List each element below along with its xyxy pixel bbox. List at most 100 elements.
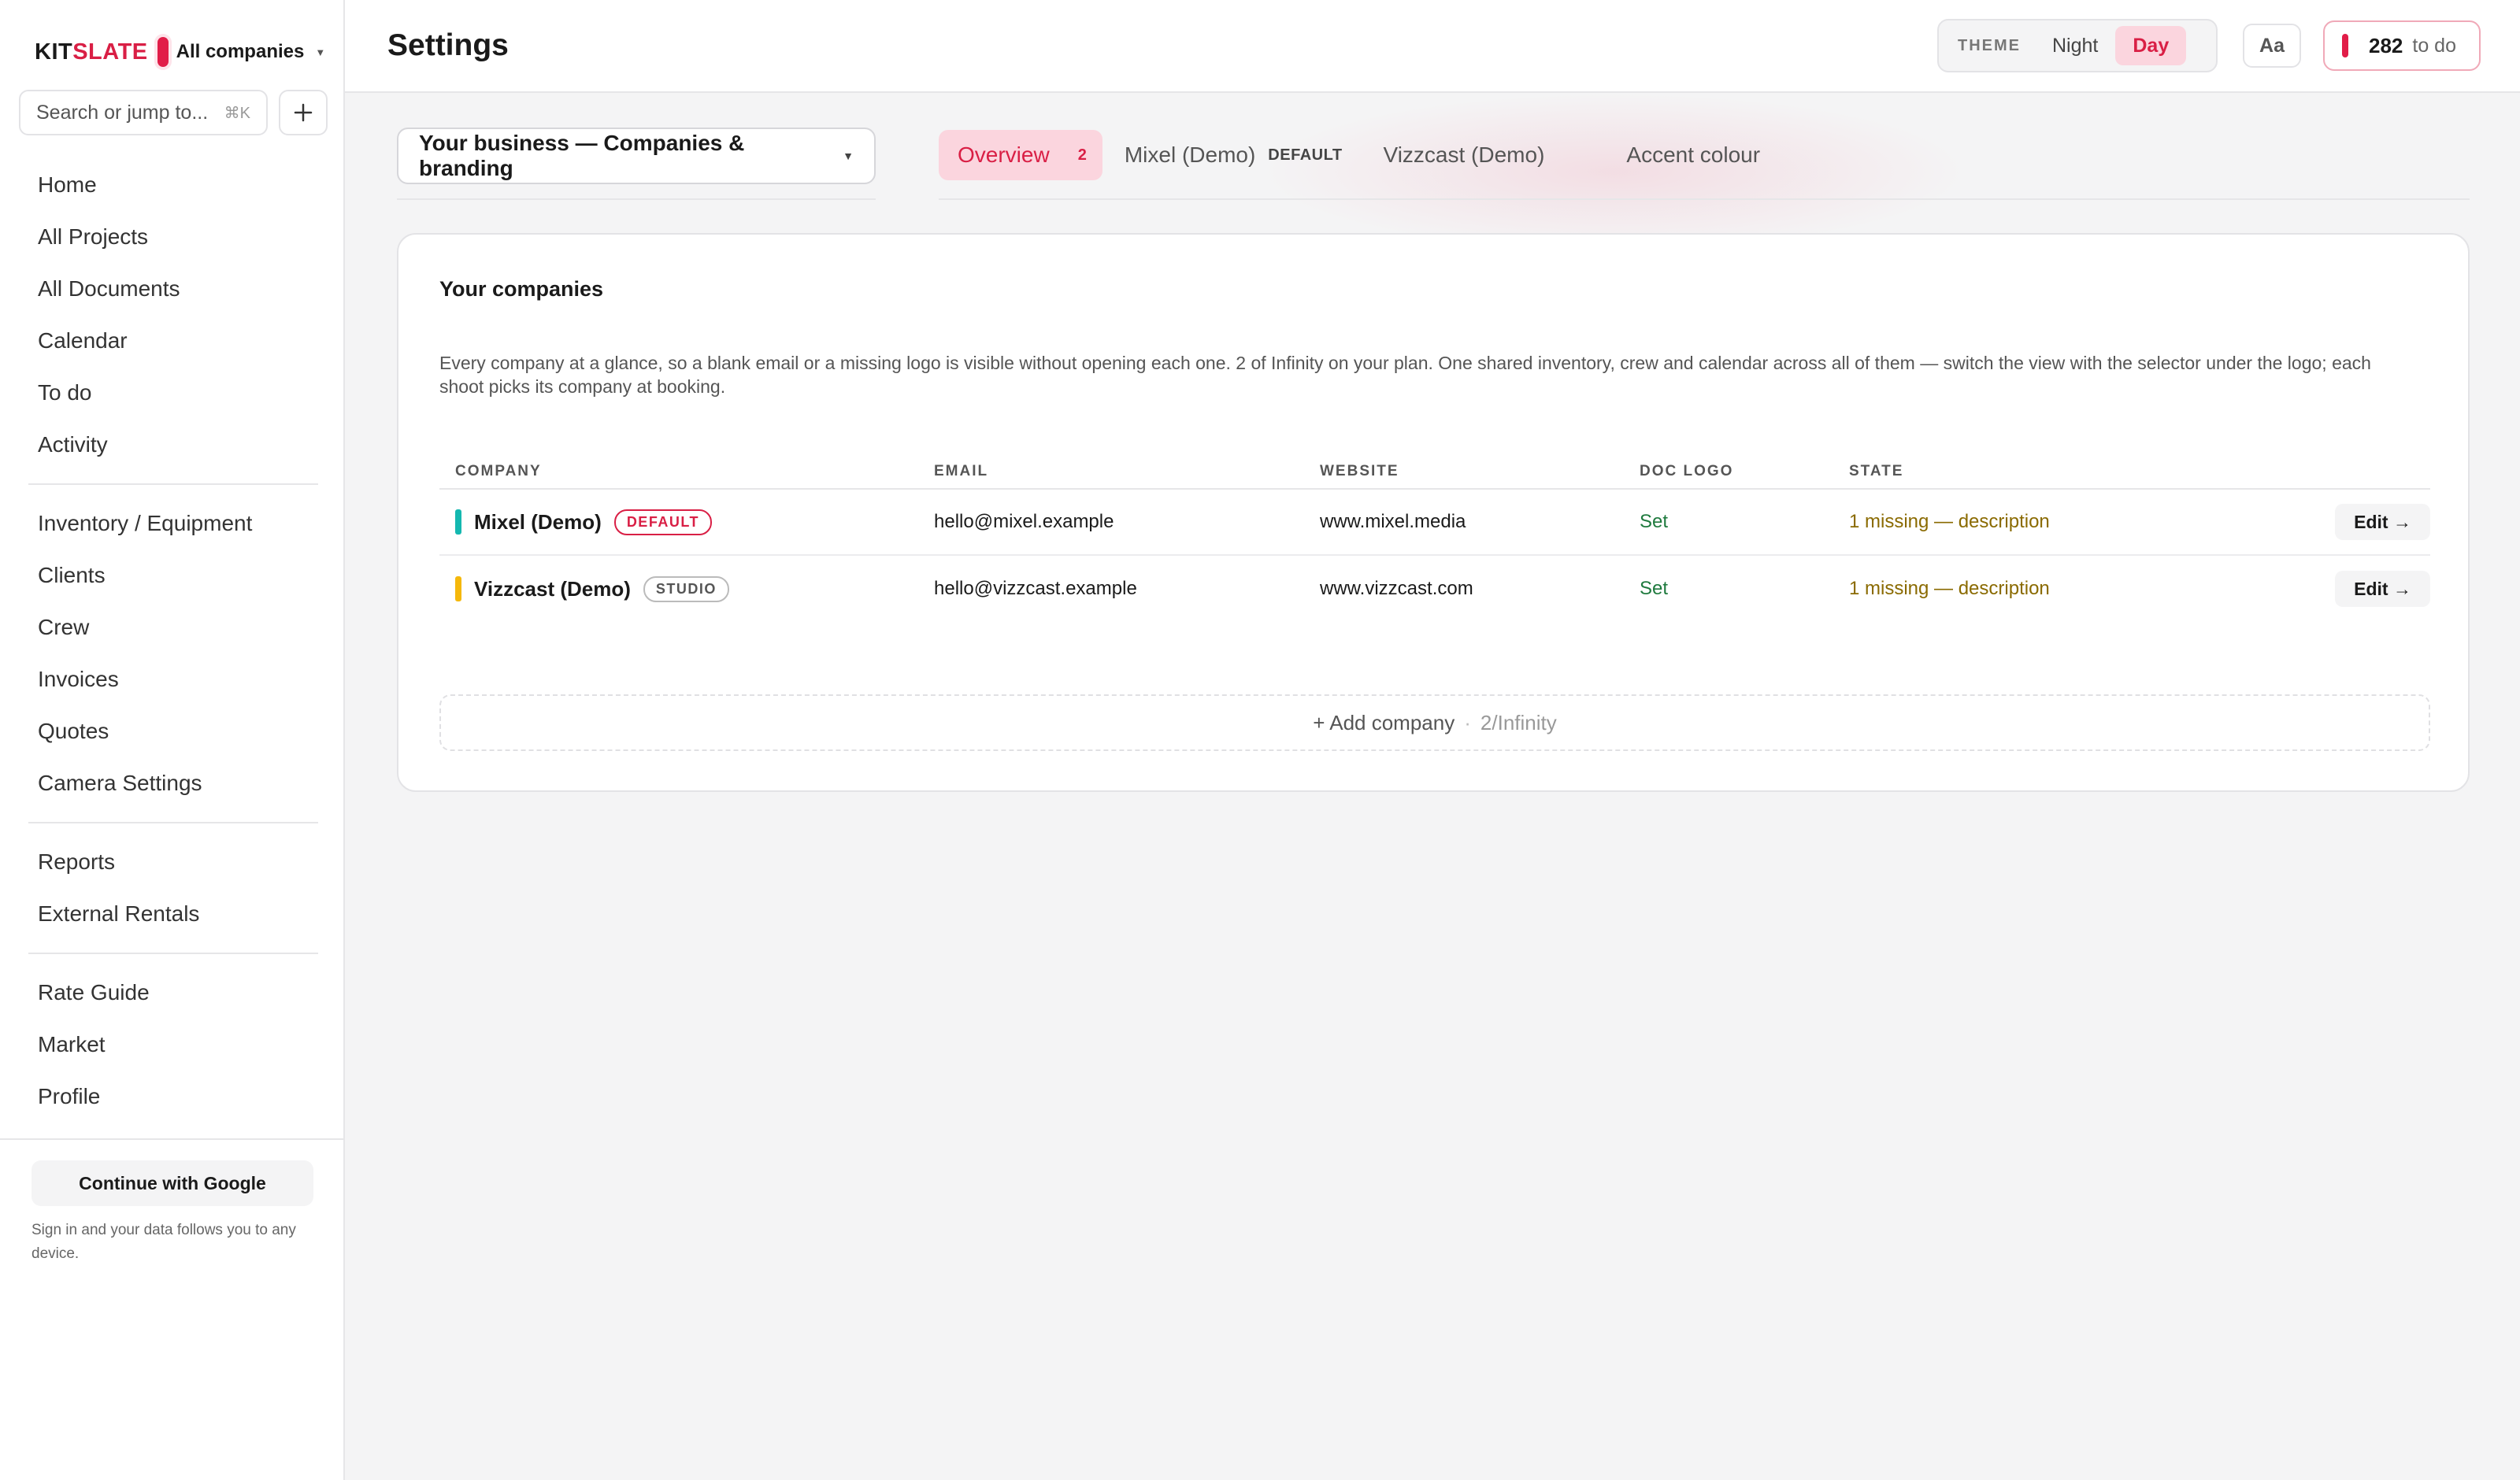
column-header-state: STATE	[1849, 463, 1904, 479]
add-new-button[interactable]	[279, 90, 328, 135]
todo-count: 282	[2369, 33, 2403, 57]
sidebar-item-activity[interactable]: Activity	[28, 419, 318, 471]
top-header: Settings THEME Night Day Aa 282 to do	[345, 0, 2520, 93]
company-limit: 2/Infinity	[1480, 710, 1557, 734]
sidebar-item-all-documents[interactable]: All Documents	[28, 263, 318, 315]
sidebar-item-reports[interactable]: Reports	[28, 836, 318, 888]
sidebar-item-market[interactable]: Market	[28, 1019, 318, 1071]
tab-accent-label: Accent colour	[1626, 142, 1761, 167]
companies-card: Your companies Every company at a glance…	[397, 233, 2470, 792]
sidebar-item-home[interactable]: Home	[28, 159, 318, 211]
doc-logo-status: Set	[1640, 578, 1669, 599]
select-underline	[397, 198, 876, 200]
continue-with-google-button[interactable]: Continue with Google	[32, 1160, 313, 1206]
edit-company-button[interactable]: Edit →	[2335, 571, 2430, 607]
signin-note: Sign in and your data follows you to any…	[32, 1222, 296, 1262]
column-header-email: EMAIL	[934, 463, 989, 479]
todo-counter-button[interactable]: 282 to do	[2323, 20, 2481, 71]
company-color-pill	[157, 37, 169, 67]
column-header-company: COMPANY	[455, 463, 542, 479]
tab-vizzcast-label: Vizzcast (Demo)	[1383, 142, 1545, 167]
tab-accent-colour[interactable]: Accent colour	[1626, 130, 1760, 180]
sidebar-divider	[28, 953, 318, 954]
settings-section-value: Your business — Companies & branding	[419, 131, 745, 180]
theme-toggle: THEME Night Day	[1937, 19, 2218, 72]
sidebar-item-crew[interactable]: Crew	[28, 601, 318, 653]
sidebar-item-rate-guide[interactable]: Rate Guide	[28, 967, 318, 1019]
search-shortcut: ⌘K	[224, 104, 250, 122]
theme-label: THEME	[1958, 36, 2021, 54]
sidebar-item-to-do[interactable]: To do	[28, 367, 318, 419]
company-cell: Mixel (Demo) DEFAULT	[439, 509, 934, 535]
company-switcher[interactable]: All companies ▼	[176, 41, 326, 63]
search-row: Search or jump to... ⌘K	[19, 90, 328, 135]
sidebar-divider	[28, 822, 318, 823]
table-row: Vizzcast (Demo) STUDIO hello@vizzcast.ex…	[439, 556, 2430, 622]
todo-indicator	[2342, 34, 2348, 57]
company-color-bar	[455, 576, 461, 601]
sidebar-signin-panel: Continue with Google Sign in and your da…	[0, 1138, 343, 1262]
company-email: hello@mixel.example	[934, 511, 1114, 532]
company-switcher-label: All companies	[176, 41, 305, 62]
caret-down-icon: ▼	[315, 46, 326, 58]
add-company-label: + Add company	[1313, 710, 1455, 734]
doc-logo-status: Set	[1640, 511, 1669, 532]
studio-badge: STUDIO	[643, 575, 729, 602]
company-name: Vizzcast (Demo)	[474, 576, 631, 601]
sidebar-divider	[28, 483, 318, 485]
tab-vizzcast[interactable]: Vizzcast (Demo)	[1384, 130, 1545, 180]
tab-overview[interactable]: Overview 2	[939, 130, 1102, 180]
sidebar-item-external-rentals[interactable]: External Rentals	[28, 888, 318, 940]
theme-day-option[interactable]: Day	[2115, 26, 2187, 65]
tab-overview-label: Overview	[958, 142, 1050, 167]
actions-cell: Edit →	[2274, 504, 2430, 540]
separator-dot: ·	[1464, 710, 1471, 734]
sidebar-item-quotes[interactable]: Quotes	[28, 705, 318, 757]
edit-company-button[interactable]: Edit →	[2335, 504, 2430, 540]
kitslate-logo[interactable]: KITSLATE	[35, 39, 148, 65]
column-header-website: WEBSITE	[1320, 463, 1399, 479]
sidebar: KITSLATE All companies ▼ Search or jump …	[0, 0, 345, 1480]
company-email: hello@vizzcast.example	[934, 578, 1137, 599]
company-website: www.vizzcast.com	[1320, 578, 1473, 599]
brand-row: KITSLATE All companies ▼	[35, 35, 325, 69]
company-color-bar	[455, 509, 461, 535]
search-placeholder: Search or jump to...	[36, 101, 209, 124]
default-badge: DEFAULT	[613, 509, 712, 535]
font-size-button[interactable]: Aa	[2243, 24, 2301, 68]
company-state: 1 missing — description	[1849, 578, 2050, 599]
sidebar-item-calendar[interactable]: Calendar	[28, 315, 318, 367]
sidebar-item-camera-settings[interactable]: Camera Settings	[28, 757, 318, 809]
sidebar-item-clients[interactable]: Clients	[28, 549, 318, 601]
sidebar-item-inventory[interactable]: Inventory / Equipment	[28, 498, 318, 549]
column-header-doc-logo: DOC LOGO	[1640, 463, 1734, 479]
caret-down-icon: ▼	[843, 150, 854, 162]
page-title: Settings	[387, 28, 509, 62]
sidebar-item-profile[interactable]: Profile	[28, 1071, 318, 1123]
card-description: Every company at a glance, so a blank em…	[439, 353, 2371, 397]
todo-label: to do	[2412, 34, 2456, 57]
card-title: Your companies	[439, 277, 604, 301]
sidebar-item-all-projects[interactable]: All Projects	[28, 211, 318, 263]
actions-cell: Edit →	[2274, 571, 2430, 607]
company-state: 1 missing — description	[1849, 511, 2050, 532]
tab-overview-count: 2	[1077, 146, 1087, 164]
sidebar-nav: Home All Projects All Documents Calendar…	[28, 159, 318, 1123]
table-header: COMPANY EMAIL WEBSITE DOC LOGO STATE	[439, 455, 2430, 490]
tab-mixel-label: Mixel (Demo)	[1124, 142, 1256, 167]
companies-table: COMPANY EMAIL WEBSITE DOC LOGO STATE Mix…	[439, 455, 2430, 622]
company-name: Mixel (Demo)	[474, 509, 602, 534]
tabs-underline	[939, 198, 2470, 200]
company-cell: Vizzcast (Demo) STUDIO	[439, 575, 934, 602]
tab-mixel-default-tag: DEFAULT	[1268, 146, 1343, 164]
plus-icon	[294, 103, 313, 122]
sidebar-item-invoices[interactable]: Invoices	[28, 653, 318, 705]
search-input[interactable]: Search or jump to... ⌘K	[19, 90, 268, 135]
tab-mixel[interactable]: Mixel (Demo) DEFAULT	[1125, 130, 1343, 180]
company-website: www.mixel.media	[1320, 511, 1466, 532]
add-company-button[interactable]: + Add company · 2/Infinity	[439, 694, 2430, 751]
company-tabs: Overview 2 Mixel (Demo) DEFAULT Vizzcast…	[939, 129, 1760, 181]
settings-section-select[interactable]: Your business — Companies & branding ▼	[397, 128, 876, 184]
table-row: Mixel (Demo) DEFAULT hello@mixel.example…	[439, 490, 2430, 556]
theme-night-option[interactable]: Night	[2035, 26, 2115, 65]
